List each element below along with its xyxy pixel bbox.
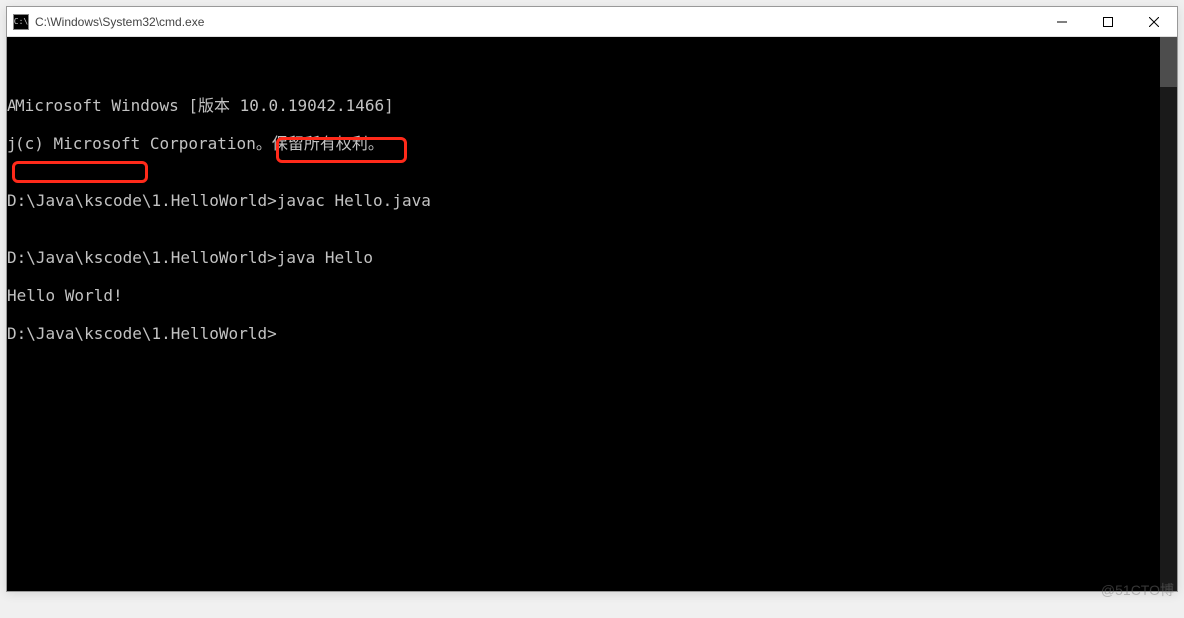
maximize-button[interactable]: [1085, 7, 1131, 36]
cmd-icon: C:\: [13, 14, 29, 30]
close-icon: [1149, 17, 1159, 27]
console-line-4-cmd: java Hello: [277, 248, 373, 267]
line1-partial: A: [7, 96, 15, 115]
cursor: [277, 327, 285, 343]
minimize-icon: [1057, 17, 1067, 27]
watermark: @51CTO博: [1101, 580, 1174, 600]
console-content: AMicrosoft Windows [版本 10.0.19042.1466] …: [7, 77, 1177, 381]
console-area[interactable]: AMicrosoft Windows [版本 10.0.19042.1466] …: [7, 37, 1177, 591]
console-line-6: D:\Java\kscode\1.HelloWorld>: [7, 324, 277, 343]
console-line-2: (c) Microsoft Corporation。保留所有权利。: [15, 134, 384, 153]
minimize-button[interactable]: [1039, 7, 1085, 36]
console-line-4-prompt: D:\Java\kscode\1.HelloWorld>: [7, 248, 277, 267]
window-controls: [1039, 7, 1177, 36]
close-button[interactable]: [1131, 7, 1177, 36]
line2-partial: j.: [7, 134, 15, 153]
window-title: C:\Windows\System32\cmd.exe: [35, 15, 1039, 29]
titlebar[interactable]: C:\ C:\Windows\System32\cmd.exe: [7, 7, 1177, 37]
console-line-5: Hello World!: [7, 286, 1159, 305]
vertical-scrollbar[interactable]: [1160, 37, 1177, 591]
scrollbar-thumb[interactable]: [1160, 37, 1177, 87]
maximize-icon: [1103, 17, 1113, 27]
cmd-window: C:\ C:\Windows\System32\cmd.exe AMicroso…: [6, 6, 1178, 592]
console-line-1: Microsoft Windows [版本 10.0.19042.1466]: [15, 96, 394, 115]
console-line-3: D:\Java\kscode\1.HelloWorld>javac Hello.…: [7, 191, 1159, 210]
